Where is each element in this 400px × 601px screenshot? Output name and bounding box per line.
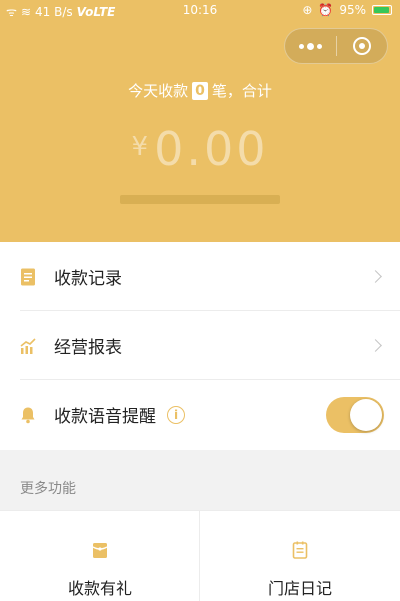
today-summary: 今天收款 0 笔，合计 xyxy=(0,80,400,101)
toggle-knob xyxy=(350,398,382,431)
menu-item-payment-records[interactable]: 收款记录 xyxy=(0,242,400,311)
section-title-more-features: 更多功能 xyxy=(20,481,76,497)
menu-item-voice-alert: 收款语音提醒 i xyxy=(0,380,400,449)
report-chart-icon xyxy=(20,337,36,354)
amount-placeholder-bar xyxy=(120,195,280,204)
menu-item-business-report[interactable]: 经营报表 xyxy=(0,311,400,380)
menu-item-label: 收款语音提醒 xyxy=(54,407,156,427)
menu-item-label: 经营报表 xyxy=(54,338,122,358)
battery-icon xyxy=(372,5,392,15)
feature-store-diary[interactable]: 门店日记 xyxy=(200,511,400,601)
more-dots-icon[interactable] xyxy=(285,28,336,64)
chevron-right-icon xyxy=(369,270,382,283)
alarm-icon: ⏰ xyxy=(318,3,334,17)
more-features-grid: 收款有礼 门店日记 xyxy=(0,510,400,601)
status-right: ⊕ ⏰ 95% xyxy=(302,3,392,17)
today-count: 0 xyxy=(192,81,208,100)
battery-percent: 95% xyxy=(339,3,366,17)
feature-payment-gift[interactable]: 收款有礼 xyxy=(0,511,200,601)
today-prefix: 今天收款 xyxy=(128,82,189,100)
info-icon[interactable]: i xyxy=(167,405,185,424)
bell-icon xyxy=(21,407,35,423)
header-banner: ᯤ ≋ 41 B/s VoLTE 10:16 ⊕ ⏰ 95% 今天收款 0 笔，… xyxy=(0,0,400,242)
feature-label: 门店日记 xyxy=(267,579,332,598)
amount-value: 0.00 xyxy=(154,122,269,176)
chevron-right-icon xyxy=(369,339,382,352)
receipt-icon xyxy=(21,268,35,285)
today-suffix: 笔，合计 xyxy=(211,82,272,100)
menu-list: 收款记录 经营报表 收款语音提醒 i xyxy=(0,242,400,450)
currency-symbol: ¥ xyxy=(131,132,149,162)
status-bar: ᯤ ≋ 41 B/s VoLTE 10:16 ⊕ ⏰ 95% xyxy=(0,0,400,20)
feature-label: 收款有礼 xyxy=(67,579,132,598)
mini-program-capsule xyxy=(284,28,388,64)
mini-program-close-icon[interactable] xyxy=(336,28,387,64)
diary-icon xyxy=(292,541,308,559)
lock-rotation-icon: ⊕ xyxy=(302,3,313,17)
menu-item-label: 收款记录 xyxy=(54,269,122,289)
gift-icon xyxy=(92,543,108,558)
voice-alert-toggle[interactable] xyxy=(326,396,384,433)
today-amount: ¥0.00 xyxy=(0,122,400,176)
